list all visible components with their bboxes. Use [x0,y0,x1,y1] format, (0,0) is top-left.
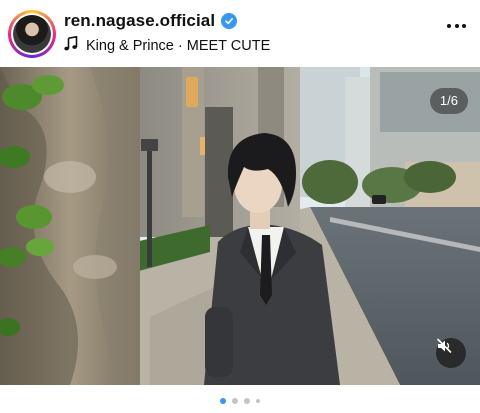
carousel-dot [244,398,250,404]
carousel-indicator [0,398,480,404]
more-options-icon[interactable] [447,24,466,28]
music-row[interactable]: King & Prince · MEET CUTE [64,35,270,55]
post-header: ren.nagase.official King & Prince · MEET… [0,0,480,66]
verified-badge-icon [221,13,238,29]
username-row: ren.nagase.official [64,11,238,31]
music-track-label[interactable]: King & Prince · MEET CUTE [86,38,270,54]
avatar[interactable] [13,15,51,53]
carousel-dot [232,398,238,404]
sound-off-icon[interactable] [436,338,466,368]
carousel-dot-active [220,398,226,404]
media-counter: 1/6 [429,88,468,114]
photo-scene [0,67,480,385]
music-note-icon [64,35,78,55]
post-photo[interactable]: 1/6 [0,67,480,385]
carousel-dot [256,399,260,403]
username-link[interactable]: ren.nagase.official [64,11,215,31]
story-ring[interactable] [8,10,56,58]
